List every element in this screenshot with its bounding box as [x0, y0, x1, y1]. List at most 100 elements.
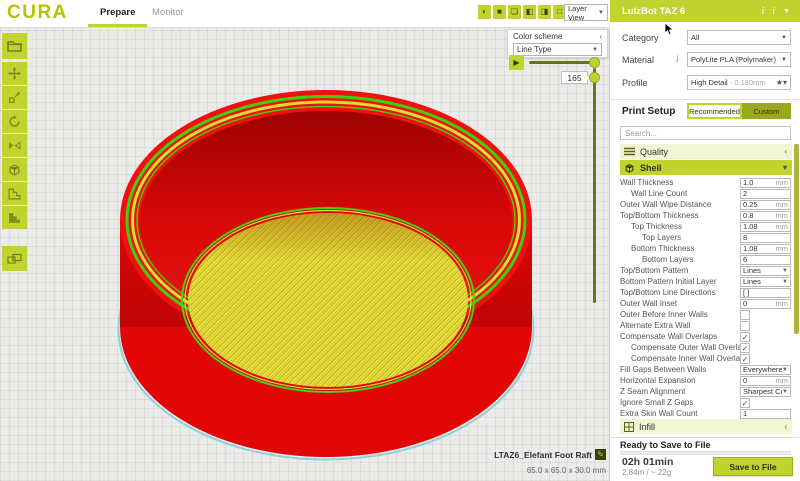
setting-label: Top Thickness: [620, 222, 682, 231]
setting-checkbox[interactable]: ✓: [740, 332, 750, 342]
layer-slider[interactable]: [593, 68, 596, 303]
setting-row: Wall Line Count2: [620, 188, 792, 199]
move-tool-button[interactable]: [2, 62, 27, 85]
view-solid-icon[interactable]: ■: [493, 5, 506, 19]
setting-checkbox[interactable]: [740, 310, 750, 320]
category-dropdown[interactable]: All ▼: [687, 30, 791, 45]
setting-dropdown[interactable]: Lines▼: [740, 277, 791, 287]
category-infill[interactable]: Infill ‹: [620, 419, 792, 434]
tab-prepare[interactable]: Prepare: [100, 7, 135, 18]
collapse-arrow-icon[interactable]: ‹: [599, 32, 602, 41]
setting-row: Top/Bottom Thickness 0.8mm: [620, 210, 792, 221]
category-quality[interactable]: Quality ‹: [620, 144, 792, 159]
machine-info-icon-2[interactable]: i: [772, 6, 775, 17]
scrollbar[interactable]: [794, 144, 799, 334]
play-button[interactable]: ▶: [509, 55, 524, 70]
view-left-icon[interactable]: ◧: [523, 5, 536, 19]
scale-tool-button[interactable]: [2, 86, 27, 109]
category-shell[interactable]: Shell ▾: [620, 160, 792, 175]
setting-label: Alternate Extra Wall: [620, 321, 690, 330]
rotate-tool-button[interactable]: [2, 110, 27, 133]
path-slider-handle[interactable]: [589, 57, 600, 68]
view-right-icon[interactable]: ◨: [538, 5, 551, 19]
setting-checkbox[interactable]: [740, 321, 750, 331]
setting-input[interactable]: 0mm: [740, 299, 791, 309]
support-step-button[interactable]: [2, 182, 27, 205]
divider: [610, 437, 800, 438]
per-model-settings-button[interactable]: [2, 158, 27, 181]
setting-input[interactable]: 2: [740, 189, 791, 199]
view-3d-icon[interactable]: ◐: [478, 5, 491, 19]
profile-dropdown[interactable]: High Detail - 0.180mm ★▾: [687, 75, 791, 90]
support-step-alt-button[interactable]: [2, 206, 27, 229]
setting-label: Top/Bottom Thickness: [620, 211, 699, 220]
setting-label: Horizontal Expansion: [620, 376, 696, 385]
setting-checkbox[interactable]: ✓: [740, 343, 750, 353]
edit-icon[interactable]: ✎: [595, 449, 606, 460]
setting-row: Outer Before Inner Walls: [620, 309, 792, 320]
view-wireframe-icon[interactable]: ❏: [508, 5, 521, 19]
color-scheme-label: Color scheme: [513, 32, 562, 41]
machine-header[interactable]: LulzBot TAZ 6 i i ▼: [610, 0, 800, 22]
view-mode-dropdown[interactable]: Layer View ▼: [564, 4, 608, 21]
mirror-tool-button[interactable]: [2, 134, 27, 157]
setting-select-value: Everywhere: [741, 365, 782, 374]
setting-checkbox[interactable]: ✓: [740, 354, 750, 364]
setting-select-value: Lines: [741, 266, 761, 275]
material-value: PolyLite PLA (Polymaker): [691, 55, 776, 64]
setting-row: Ignore Small Z Gaps✓: [620, 397, 792, 408]
setting-label: Bottom Thickness: [620, 244, 694, 253]
setting-label: Fill Gaps Between Walls: [620, 365, 706, 374]
setting-input[interactable]: 6: [740, 255, 791, 265]
material-dropdown[interactable]: PolyLite PLA (Polymaker) ▼: [687, 52, 791, 67]
setting-input[interactable]: 1.0mm: [740, 178, 791, 188]
setting-input-value: 6: [741, 255, 747, 264]
setting-label: Outer Wall Wipe Distance: [620, 200, 711, 209]
setting-checkbox[interactable]: ✓: [740, 398, 750, 408]
setting-dropdown[interactable]: Sharpest Corner▼: [740, 387, 791, 397]
setting-input[interactable]: 8: [740, 233, 791, 243]
setting-input[interactable]: 0mm: [740, 376, 791, 386]
setting-dropdown[interactable]: Lines▼: [740, 266, 791, 276]
shell-label: Shell: [640, 163, 662, 173]
setting-input[interactable]: 1: [740, 409, 791, 419]
search-input[interactable]: [620, 126, 791, 140]
setting-label: Top Layers: [620, 233, 681, 242]
setting-input[interactable]: 1.08mm: [740, 244, 791, 254]
chevron-down-icon: ▼: [782, 367, 790, 373]
setting-input[interactable]: 0.8mm: [740, 211, 791, 221]
scale-icon: [8, 91, 21, 104]
setting-label: Compensate Inner Wall Overlaps: [620, 354, 749, 363]
selection-tool-button[interactable]: [2, 246, 27, 271]
setting-row: Wall Thickness 1.0mm: [620, 177, 792, 188]
open-file-button[interactable]: [2, 33, 27, 59]
machine-info-icon[interactable]: i: [762, 6, 765, 17]
top-bar: CURA Prepare Monitor ◐■❏◧◨□ Layer View ▼: [0, 0, 610, 28]
setting-row: Compensate Wall Overlaps✓: [620, 331, 792, 342]
save-to-file-button[interactable]: Save to File: [713, 457, 793, 476]
color-scheme-panel: Color scheme ‹ Line Type ▼: [507, 29, 608, 58]
path-slider[interactable]: [529, 61, 595, 64]
tab-monitor[interactable]: Monitor: [152, 7, 184, 18]
setting-row: Fill Gaps Between Walls Everywhere▼: [620, 364, 792, 375]
setting-input[interactable]: 1.08mm: [740, 222, 791, 232]
category-value: All: [691, 33, 699, 42]
setting-row: Horizontal Expansion 0mm: [620, 375, 792, 386]
material-info-icon[interactable]: i: [676, 54, 679, 64]
model-3d-bowl[interactable]: [108, 80, 548, 465]
setting-row: Bottom Thickness 1.08mm: [620, 243, 792, 254]
setting-label: Outer Before Inner Walls: [620, 310, 708, 319]
chevron-down-icon: ▼: [783, 8, 790, 15]
custom-button[interactable]: Custom: [742, 103, 791, 119]
material-usage: 2.84m / ~ 22g: [622, 468, 671, 477]
settings-list: Wall Thickness1.0mmWall Line Count2Outer…: [620, 177, 792, 419]
setting-input-value: 0.8: [741, 211, 753, 220]
setting-label: Wall Thickness: [620, 178, 673, 187]
recommended-button[interactable]: Recommended: [687, 103, 742, 119]
setting-input[interactable]: [ ]: [740, 288, 791, 298]
setting-unit: mm: [776, 222, 791, 231]
setting-dropdown[interactable]: Everywhere▼: [740, 365, 791, 375]
viewport[interactable]: Color scheme ‹ Line Type ▼ ▶ 165 LTAZ6_E…: [0, 28, 610, 481]
color-scheme-dropdown[interactable]: Line Type ▼: [513, 43, 602, 56]
setting-input[interactable]: 0.25mm: [740, 200, 791, 210]
